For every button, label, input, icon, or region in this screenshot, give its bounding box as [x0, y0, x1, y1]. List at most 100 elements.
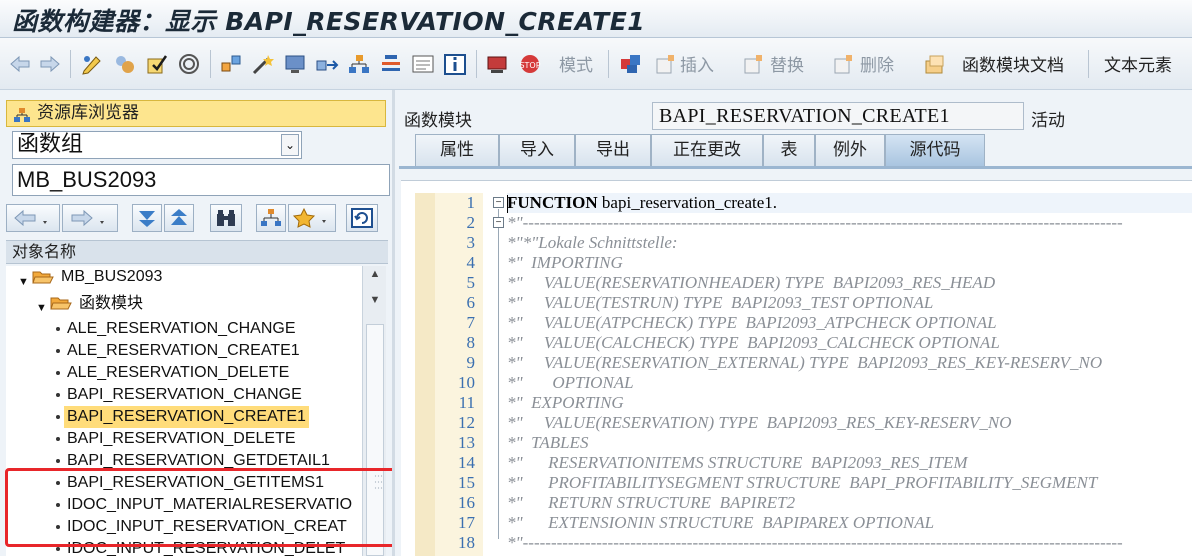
refresh-button[interactable]	[346, 204, 378, 232]
scroll-up-icon[interactable]: ▲	[363, 268, 387, 288]
tree-column-header: 对象名称	[6, 240, 388, 264]
code-line: *" IMPORTING	[507, 253, 623, 272]
tree-item-label: BAPI_RESERVATION_CREATE1	[64, 406, 309, 428]
activate-icon[interactable]	[176, 52, 202, 76]
favorites-button[interactable]	[288, 204, 336, 232]
expanded-triangle-icon[interactable]: ▼	[18, 271, 29, 293]
object-name-input[interactable]: MB_BUS2093	[12, 164, 390, 196]
line-number: 17	[458, 513, 475, 532]
replace-icon[interactable]	[740, 52, 766, 76]
svg-text:STOP: STOP	[519, 61, 540, 70]
mode-button[interactable]: 模式	[559, 51, 593, 76]
fold-collapse-icon[interactable]: −	[493, 197, 504, 208]
where-used-icon[interactable]	[218, 52, 244, 76]
line-number: 18	[458, 533, 475, 552]
tab-tables[interactable]: 表	[763, 134, 815, 166]
fold-collapse-icon[interactable]: −	[493, 217, 504, 228]
bullet-icon	[56, 349, 60, 353]
forward-arrow-icon[interactable]	[38, 52, 62, 76]
display-list-icon[interactable]	[410, 52, 436, 76]
line-number: 14	[458, 453, 475, 472]
code-line: *" EXTENSIONIN STRUCTURE BAPIPAREX OPTIO…	[507, 513, 935, 532]
function-module-name-field[interactable]: BAPI_RESERVATION_CREATE1	[652, 102, 1024, 130]
code-line: *" TABLES	[507, 433, 589, 452]
edit-toggle-icon[interactable]	[80, 52, 106, 76]
screen-painter-icon[interactable]	[282, 52, 308, 76]
expand-up-button[interactable]	[164, 204, 194, 232]
expanded-triangle-icon[interactable]: ▼	[36, 297, 47, 319]
tab-attributes[interactable]: 属性	[415, 134, 499, 166]
line-number: 13	[458, 433, 475, 452]
bullet-icon	[56, 415, 60, 419]
replace-button[interactable]: 替换	[770, 51, 804, 76]
code-line: *" VALUE(RESERVATION) TYPE BAPI2093_RES_…	[507, 413, 1012, 432]
navigate-icon[interactable]	[314, 52, 340, 76]
highlight-annotation-box	[5, 468, 405, 547]
function-builder-pane: 函数模块 BAPI_RESERVATION_CREATE1 活动 属性 导入 导…	[395, 90, 1192, 556]
collapse-up-button[interactable]	[132, 204, 162, 232]
tab-import[interactable]: 导入	[499, 134, 575, 166]
pattern-icon[interactable]	[618, 52, 644, 76]
tab-export[interactable]: 导出	[575, 134, 651, 166]
hierarchy-icon[interactable]	[346, 52, 372, 76]
tree-folder-label: 函数模块	[79, 293, 144, 312]
tree-root-label: MB_BUS2093	[61, 268, 163, 285]
fold-guide	[498, 209, 499, 539]
insert-button[interactable]: 插入	[680, 51, 714, 76]
tree-item-label: ALE_RESERVATION_DELETE	[67, 364, 290, 381]
hierarchy-icon	[261, 209, 281, 226]
folder-open-icon	[32, 269, 54, 292]
tree-item-label: BAPI_RESERVATION_DELETE	[67, 430, 296, 447]
arrow-up-icon	[171, 209, 187, 225]
delete-button[interactable]: 删除	[860, 51, 894, 76]
find-button[interactable]	[210, 204, 242, 232]
code-line: FUNCTION bapi_reservation_create1.	[507, 193, 777, 213]
code-text: bapi_reservation_create1.	[597, 193, 778, 212]
magic-wand-icon[interactable]	[250, 52, 276, 76]
line-number: 9	[466, 353, 476, 372]
code-line: *"*"Lokale Schnittstelle:	[507, 233, 678, 252]
object-type-select[interactable]: 函数组 ⌄	[12, 131, 302, 159]
text-elements-button[interactable]: 文本元素	[1104, 51, 1172, 76]
line-number: 1	[466, 193, 476, 212]
hierarchy-icon	[13, 106, 31, 131]
code-line: *" VALUE(TESTRUN) TYPE BAPI2093_TEST OPT…	[507, 293, 934, 312]
breakpoint-icon[interactable]	[484, 52, 510, 76]
code-line: *" RESERVATIONITEMS STRUCTURE BAPI2093_R…	[507, 453, 968, 472]
other-object-icon[interactable]	[112, 52, 138, 76]
repository-browser-button[interactable]: 资源库浏览器	[6, 100, 386, 127]
check-icon[interactable]	[144, 52, 170, 76]
line-number: 10	[458, 373, 475, 392]
tab-exceptions[interactable]: 例外	[815, 134, 885, 166]
info-icon[interactable]	[442, 52, 468, 76]
object-type-value: 函数组	[17, 132, 84, 157]
scroll-down-icon[interactable]: ▼	[363, 294, 387, 314]
source-code-editor[interactable]: 1 2 3 4 5 6 7 8 9 10 11 12 13 14 15 16 17 18 − − FUNCTION…	[401, 180, 1192, 556]
tab-source-code[interactable]: 源代码	[885, 134, 985, 166]
function-doc-icon[interactable]	[922, 52, 948, 76]
code-line: *" VALUE(RESERVATION_EXTERNAL) TYPE BAPI…	[507, 353, 1103, 372]
line-number: 12	[458, 413, 475, 432]
function-doc-button[interactable]: 函数模块文档	[962, 51, 1064, 76]
bullet-icon	[56, 393, 60, 397]
chevron-down-icon[interactable]: ⌄	[281, 134, 299, 156]
tree-view-button[interactable]	[256, 204, 286, 232]
tab-changing[interactable]: 正在更改	[651, 134, 763, 166]
code-line: *" OPTIONAL	[507, 373, 634, 392]
code-line: *" PROFITABILITYSEGMENT STRUCTURE BAPI_P…	[507, 473, 1098, 492]
tab-underline	[399, 166, 1192, 169]
line-number: 4	[466, 253, 476, 272]
code-line: *" EXPORTING	[507, 393, 624, 412]
next-object-button[interactable]	[62, 204, 118, 232]
previous-object-button[interactable]	[6, 204, 60, 232]
code-line: *" VALUE(CALCHECK) TYPE BAPI2093_CALCHEC…	[507, 333, 1000, 352]
session-breakpoint-icon[interactable]: STOP	[516, 52, 544, 76]
insert-icon[interactable]	[652, 52, 678, 76]
title-bar: 函数构建器：显示 BAPI_RESERVATION_CREATE1	[0, 0, 1192, 38]
delete-icon[interactable]	[830, 52, 856, 76]
refresh-icon	[351, 208, 373, 228]
back-arrow-icon[interactable]	[8, 52, 32, 76]
line-number: 6	[466, 293, 476, 312]
arrow-down-icon	[139, 211, 155, 227]
outline-icon[interactable]	[378, 52, 404, 76]
